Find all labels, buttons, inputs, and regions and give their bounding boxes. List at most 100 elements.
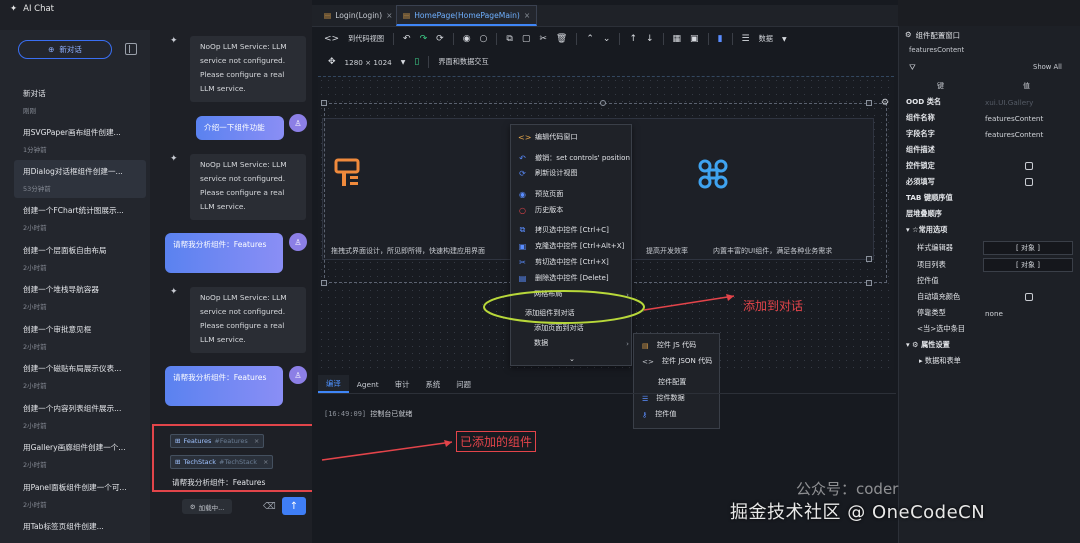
caret-down-icon[interactable]: ▼	[401, 59, 406, 66]
device-icon[interactable]: ▯	[414, 57, 419, 67]
prop-key: 组件名称	[906, 113, 935, 122]
redo-icon[interactable]: ↷	[420, 34, 428, 44]
items-editor-button[interactable]: [ 对象 ]	[983, 258, 1073, 272]
attr-settings-section[interactable]: ▾ ⚙ 属性设置	[906, 340, 950, 350]
separator	[619, 33, 621, 45]
history-item[interactable]: 创建一个审批意见框 2小时前	[14, 318, 146, 356]
tab-audit[interactable]: 审计	[387, 375, 418, 393]
caret-down-icon[interactable]: ▼	[782, 36, 787, 43]
refresh-icon[interactable]: ⟳	[436, 34, 444, 44]
chevron-up-icon[interactable]: ⌃	[586, 34, 594, 44]
menu-item-preview[interactable]: ◉ 预览页面	[511, 187, 633, 201]
style-editor-button[interactable]: [ 对象 ]	[983, 241, 1073, 255]
tab-close-icon[interactable]: ×	[386, 11, 392, 20]
autofill-checkbox[interactable]	[1025, 293, 1033, 301]
data-menu-button[interactable]: 数据	[759, 34, 773, 44]
resize-handle[interactable]	[321, 100, 327, 106]
filter-icon[interactable]: ⛛	[909, 63, 916, 73]
user-message: 请帮我分析组件：Features	[165, 233, 283, 273]
resize-handle[interactable]	[866, 100, 872, 106]
interaction-button[interactable]: 界面和数据交互	[438, 57, 488, 67]
tab-homepage[interactable]: ▤ HomePage(HomePageMain) ×	[396, 5, 538, 26]
tab-close-icon[interactable]: ×	[524, 11, 530, 20]
chip-close-icon[interactable]: ×	[263, 458, 268, 466]
tab-agent[interactable]: Agent	[349, 375, 387, 393]
prop-value[interactable]: none	[985, 309, 1003, 318]
history-item[interactable]: 用Gallery画廊组件创建一个... 2小时前	[14, 436, 146, 474]
tab-login[interactable]: ▤ Login(Login) ×	[318, 5, 398, 26]
menu-item-refresh[interactable]: ⟳ 刷新设计视图	[511, 166, 633, 180]
sidebar-toggle-icon[interactable]	[125, 43, 137, 55]
send-button[interactable]: ↑	[282, 497, 306, 515]
tab-compile[interactable]: 编译	[318, 375, 349, 393]
preview-eye-icon[interactable]: ◉	[463, 34, 471, 44]
history-icon[interactable]: ○	[480, 34, 488, 44]
to-code-view-button[interactable]: 到代码视图	[348, 34, 384, 44]
chevron-down-icon[interactable]: ⌄	[603, 34, 611, 44]
tab-system[interactable]: 系统	[417, 375, 448, 393]
grid-icon[interactable]: ▦	[673, 34, 682, 44]
rotate-handle[interactable]	[600, 100, 606, 106]
history-item[interactable]: 用Tab标签页组件创建...	[14, 515, 146, 543]
required-checkbox[interactable]	[1025, 178, 1033, 186]
code-icon[interactable]: <>	[324, 34, 339, 44]
design-brush-icon	[334, 158, 364, 190]
move-icon[interactable]: ✥	[328, 57, 336, 67]
submenu-item-js-code[interactable]: ▤ 控件 JS 代码	[634, 338, 721, 352]
chip-close-icon[interactable]: ×	[254, 437, 259, 445]
resize-handle[interactable]	[321, 280, 327, 286]
menu-item-clone[interactable]: ▣ 克隆选中控件 [Ctrl+Alt+X]	[511, 239, 633, 253]
separator	[731, 33, 733, 45]
lock-checkbox[interactable]	[1025, 162, 1033, 170]
history-item-time: 2小时前	[23, 303, 47, 311]
history-item[interactable]: 创建一个内容列表组件展示... 2小时前	[14, 397, 146, 435]
prop-value[interactable]: featuresContent	[985, 114, 1043, 123]
history-item[interactable]: 新对话 刚刚	[14, 82, 146, 120]
cut-icon[interactable]: ✂	[539, 34, 547, 44]
history-item[interactable]: 用SVGPaper画布组件创建... 1分钟前	[14, 121, 146, 159]
common-options-section[interactable]: ▾ ☆常用选项	[906, 225, 947, 235]
history-item[interactable]: 创建一个FChart统计图展示... 2小时前	[14, 199, 146, 237]
history-item[interactable]: 用Panel面板组件创建一个可... 2小时前	[14, 476, 146, 514]
submenu-item-json-code[interactable]: <> 控件 JSON 代码	[634, 354, 721, 368]
tab-problems[interactable]: 问题	[448, 375, 479, 393]
component-chip[interactable]: ⊞ Features #Features ×	[170, 434, 265, 448]
database-icon[interactable]: ☰	[742, 34, 750, 44]
menu-label: 删除选中控件 [Delete]	[535, 273, 609, 282]
prop-value[interactable]: featuresContent	[985, 130, 1043, 139]
resize-handle[interactable]	[866, 256, 872, 262]
history-item[interactable]: 创建一个磁贴布局展示仪表... 2小时前	[14, 357, 146, 395]
submenu-item-value[interactable]: ⚷ 控件值	[634, 407, 721, 421]
history-item[interactable]: 创建一个堆栈导航容器 2小时前	[14, 278, 146, 316]
file-icon[interactable]: ▮	[718, 34, 723, 44]
menu-item-cut[interactable]: ✂ 剪切选中控件 [Ctrl+X]	[511, 255, 633, 269]
menu-item-history[interactable]: ○ 历史版本	[511, 203, 633, 217]
gear-icon[interactable]: ⚙	[881, 98, 889, 108]
clone-icon[interactable]: ▢	[522, 34, 531, 44]
clear-icon[interactable]: ⌫	[263, 502, 276, 512]
layout-icon[interactable]: ▣	[690, 34, 699, 44]
menu-item-edit-code[interactable]: <> 编辑代码窗口	[511, 130, 633, 144]
copy-icon[interactable]: ⧉	[506, 34, 512, 44]
undo-icon[interactable]: ↶	[403, 34, 411, 44]
history-item[interactable]: 创建一个层面板自由布局 2小时前	[14, 239, 146, 277]
separator	[662, 33, 664, 45]
menu-item-copy[interactable]: ⧉ 拷贝选中控件 [Ctrl+C]	[511, 223, 633, 237]
history-item[interactable]: 用Dialog对话框组件创建一... 53分钟前	[14, 160, 146, 198]
delete-icon[interactable]: 🗑︎	[556, 34, 567, 44]
data-form-section[interactable]: ▸ 数据和表单	[919, 356, 961, 366]
arrow-up-icon[interactable]: ↑	[629, 34, 637, 44]
chat-input[interactable]: 请帮我分析组件：Features	[172, 477, 265, 488]
resolution-select[interactable]: 1280 × 1024	[345, 58, 392, 67]
menu-item-data[interactable]: 数据 ›	[511, 336, 633, 350]
component-chip[interactable]: ⊞ TechStack #TechStack ×	[170, 455, 274, 469]
arrow-down-icon[interactable]: ↓	[646, 34, 654, 44]
menu-item-undo[interactable]: ↶ 撤销：set controls' position	[511, 151, 633, 165]
loading-button[interactable]: ⚙ 加载中...	[182, 499, 232, 514]
menu-item-delete[interactable]: ▤ 删除选中控件 [Delete]	[511, 271, 633, 285]
resize-handle[interactable]	[866, 280, 872, 286]
new-chat-button[interactable]: ⊕ 新对话	[18, 40, 112, 59]
separator	[576, 33, 578, 45]
menu-more-icon[interactable]: ⌄	[511, 351, 633, 365]
show-all-button[interactable]: Show All	[1033, 63, 1062, 71]
